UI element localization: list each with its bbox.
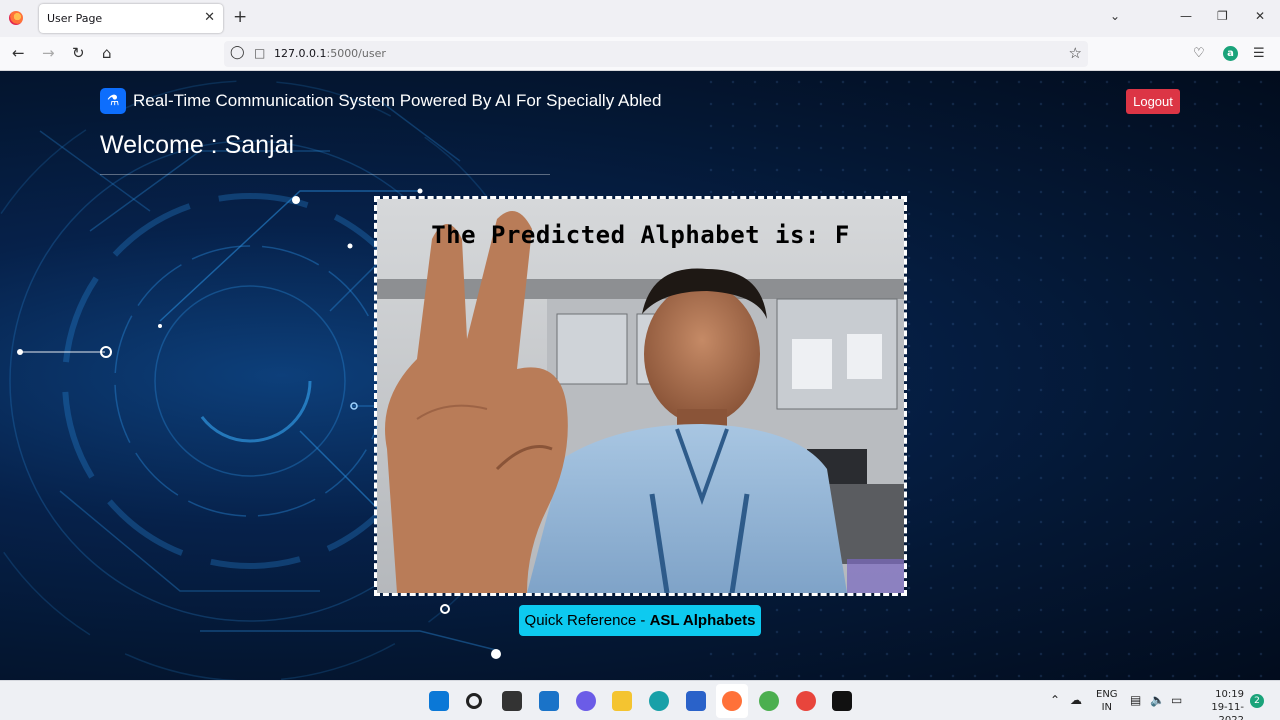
back-arrow-icon[interactable]: ← xyxy=(12,45,25,61)
clock-date: 19-11-2022 xyxy=(1211,702,1244,720)
show-hidden-icons-chevron-icon[interactable]: ⌃ xyxy=(1050,693,1060,707)
volume-icon[interactable]: 🔈 xyxy=(1150,693,1165,707)
app-taskbar-icon[interactable] xyxy=(759,691,779,711)
menu-hamburger-icon[interactable]: ☰ xyxy=(1253,46,1265,61)
terminal-icon[interactable] xyxy=(832,691,852,711)
home-icon[interactable]: ⌂ xyxy=(102,45,112,61)
webcam-image xyxy=(377,199,904,593)
web-page: ⚗ Real-Time Communication System Powered… xyxy=(0,71,1280,680)
forward-arrow-icon[interactable]: → xyxy=(42,45,55,61)
url-bar[interactable]: ◯ □ 127.0.0.1:5000/user ☆ xyxy=(224,41,1088,67)
windows-start-icon[interactable] xyxy=(429,691,449,711)
browser-tab-user-page[interactable]: User Page ✕ xyxy=(39,4,223,33)
clock[interactable]: 10:19 19-11-2022 xyxy=(1196,688,1244,720)
close-window-button[interactable]: ✕ xyxy=(1255,9,1265,23)
tracking-shield-icon[interactable]: ◯ xyxy=(230,45,245,60)
heading-divider xyxy=(100,174,550,175)
network-icon[interactable]: ▤ xyxy=(1130,693,1141,707)
bookmark-star-icon[interactable]: ☆ xyxy=(1069,44,1082,62)
app-title[interactable]: Real-Time Communication System Powered B… xyxy=(133,91,661,111)
search-icon[interactable] xyxy=(466,693,482,709)
reload-icon[interactable]: ↻ xyxy=(72,45,85,61)
welcome-heading: Welcome : Sanjai xyxy=(100,131,295,159)
language-indicator[interactable]: ENG IN xyxy=(1096,688,1118,714)
browser-tab-bar: User Page ✕ + ⌄ — ❐ ✕ xyxy=(0,0,1280,37)
new-tab-button[interactable]: + xyxy=(233,7,247,27)
firefox-logo-icon[interactable] xyxy=(9,11,23,25)
onedrive-cloud-icon[interactable]: ☁ xyxy=(1070,693,1082,707)
pocket-icon[interactable]: ♡ xyxy=(1193,46,1205,61)
chrome-icon[interactable] xyxy=(796,691,816,711)
clock-time: 10:19 xyxy=(1215,689,1244,700)
quickref-bold-label: ASL Alphabets xyxy=(649,612,756,629)
store-icon[interactable] xyxy=(686,691,706,711)
windows-taskbar: ⌃ ☁ ENG IN ▤ 🔈 ▭ 10:19 19-11-2022 2 xyxy=(0,680,1280,720)
notification-badge[interactable]: 2 xyxy=(1250,694,1264,708)
flask-logo-icon[interactable]: ⚗ xyxy=(100,88,126,114)
quickref-prefix: Quick Reference - xyxy=(524,612,650,629)
quick-reference-button[interactable]: Quick Reference - ASL Alphabets xyxy=(519,605,761,636)
logout-button[interactable]: Logout xyxy=(1126,89,1180,114)
language-code: ENG xyxy=(1096,689,1118,700)
widgets-icon[interactable] xyxy=(539,691,559,711)
tab-title: User Page xyxy=(47,12,103,25)
browser-nav-bar: ← → ↻ ⌂ ◯ □ 127.0.0.1:5000/user ☆ ♡ a ☰ xyxy=(0,37,1280,71)
url-text[interactable]: 127.0.0.1:5000/user xyxy=(274,47,386,60)
task-view-icon[interactable] xyxy=(502,691,522,711)
page-info-icon[interactable]: □ xyxy=(254,46,265,60)
extension-icon[interactable]: a xyxy=(1223,46,1238,61)
region-code: IN xyxy=(1101,702,1112,713)
predicted-alphabet-overlay: The Predicted Alphabet is: F xyxy=(431,221,850,249)
tab-close-icon[interactable]: ✕ xyxy=(204,10,215,25)
webcam-feed: The Predicted Alphabet is: F xyxy=(374,196,907,596)
minimize-window-button[interactable]: — xyxy=(1180,9,1192,23)
battery-icon[interactable]: ▭ xyxy=(1171,693,1182,707)
edge-browser-icon[interactable] xyxy=(649,691,669,711)
restore-window-button[interactable]: ❐ xyxy=(1217,9,1228,23)
firefox-taskbar-icon[interactable] xyxy=(722,691,742,711)
list-all-tabs-icon[interactable]: ⌄ xyxy=(1110,9,1120,23)
file-explorer-icon[interactable] xyxy=(612,691,632,711)
chat-icon[interactable] xyxy=(576,691,596,711)
